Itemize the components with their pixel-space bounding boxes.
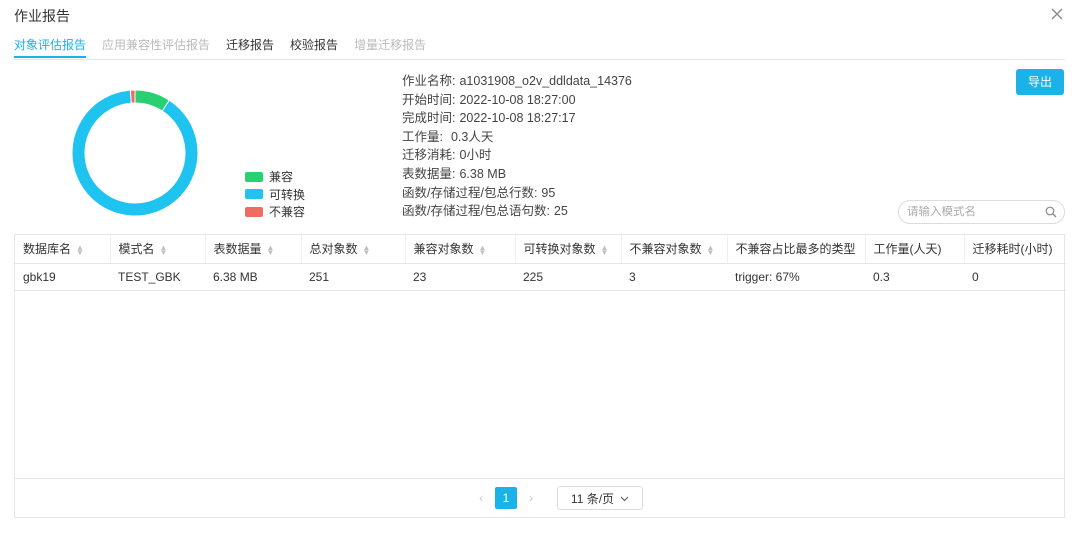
col-header-database[interactable]: 数据库名 ▲ ▼ bbox=[15, 235, 111, 264]
cell-workload: 0.3 bbox=[865, 263, 964, 291]
tab-verification-report[interactable]: 校验报告 bbox=[290, 36, 338, 58]
assessment-table: 数据库名 ▲ ▼ 模式名 ▲ ▼ 表数据量 ▲ ▼ 总对象数 ▲ ▼ 兼容对象数 ▲ ▼ 可转换对象… bbox=[14, 234, 1066, 518]
info-table-size: 表数据量: 6.38 MB bbox=[402, 166, 507, 181]
info-workload: 工作量: 0.3人天 bbox=[402, 129, 494, 144]
cell-total-objects: 251 bbox=[301, 263, 405, 291]
col-header-schema[interactable]: 模式名 ▲ ▼ bbox=[110, 235, 206, 264]
chart-legend: 兼容 可转换 不兼容 bbox=[245, 168, 305, 221]
pager-divider bbox=[15, 478, 1064, 479]
tab-divider bbox=[14, 59, 1065, 60]
legend-label: 不兼容 bbox=[269, 205, 306, 220]
schema-search-input[interactable] bbox=[907, 206, 1037, 218]
col-header-migration-time: 迁移耗时(小时) bbox=[964, 235, 1066, 264]
cell-table-size: 6.38 MB bbox=[205, 263, 301, 291]
sort-icon[interactable]: ▲ ▼ bbox=[479, 244, 487, 257]
page-number[interactable]: 1 bbox=[495, 487, 517, 509]
col-header-total-objects[interactable]: 总对象数 ▲ ▼ bbox=[301, 235, 406, 264]
chevron-down-icon bbox=[620, 491, 629, 505]
tab-incremental-migration-report[interactable]: 增量迁移报告 bbox=[354, 36, 426, 58]
tab-migration-report[interactable]: 迁移报告 bbox=[226, 36, 274, 58]
search-icon[interactable] bbox=[1045, 206, 1057, 221]
pagination: ‹ 1 › 11 条/页 bbox=[473, 486, 643, 510]
info-finish-time: 完成时间: 2022-10-08 18:27:17 bbox=[402, 111, 576, 126]
job-report-dialog: 作业报告 对象评估报告 应用兼容性评估报告 迁移报告 校验报告 增量迁移报告 兼… bbox=[0, 0, 1080, 534]
col-header-incompatible-objects[interactable]: 不兼容对象数 ▲ ▼ bbox=[621, 235, 728, 264]
cell-compatible-objects: 23 bbox=[405, 263, 515, 291]
col-header-convertible-objects[interactable]: 可转换对象数 ▲ ▼ bbox=[515, 235, 622, 264]
sort-icon[interactable]: ▲ ▼ bbox=[707, 244, 715, 257]
sort-icon[interactable]: ▲ ▼ bbox=[267, 244, 275, 257]
cell-migration-time: 0 bbox=[964, 263, 1066, 291]
cell-incompatible-objects: 3 bbox=[621, 263, 727, 291]
legend-item-compatible: 兼容 bbox=[245, 168, 305, 186]
legend-swatch-convertible bbox=[245, 189, 263, 200]
cell-schema: TEST_GBK bbox=[110, 263, 205, 291]
info-job-name: 作业名称: a1031908_o2v_ddldata_14376 bbox=[402, 74, 632, 88]
close-icon[interactable] bbox=[1049, 6, 1065, 22]
compatibility-donut-chart bbox=[71, 89, 199, 217]
info-migration-time: 迁移消耗: 0小时 bbox=[402, 148, 492, 163]
cell-top-incompatible-type: trigger: 67% bbox=[727, 263, 865, 291]
sort-icon[interactable]: ▲ ▼ bbox=[363, 244, 371, 257]
sort-icon[interactable]: ▲ ▼ bbox=[160, 244, 168, 257]
sort-icon[interactable]: ▲ ▼ bbox=[76, 244, 84, 257]
schema-search bbox=[898, 200, 1065, 224]
legend-label: 兼容 bbox=[269, 170, 294, 185]
job-info-panel: 作业名称: a1031908_o2v_ddldata_14376 开始时间: 202… bbox=[402, 72, 632, 221]
legend-label: 可转换 bbox=[269, 187, 306, 202]
export-button[interactable]: 导出 bbox=[1016, 69, 1064, 95]
legend-swatch-incompatible bbox=[245, 206, 263, 217]
legend-item-incompatible: 不兼容 bbox=[245, 203, 305, 221]
table-row: gbk19 TEST_GBK 6.38 MB 251 23 225 3 trig… bbox=[15, 263, 1066, 291]
page-size-label: 11 条/页 bbox=[570, 491, 615, 506]
dialog-title: 作业报告 bbox=[14, 8, 70, 24]
col-header-table-size[interactable]: 表数据量 ▲ ▼ bbox=[205, 235, 302, 264]
table-header-row: 数据库名 ▲ ▼ 模式名 ▲ ▼ 表数据量 ▲ ▼ 总对象数 ▲ ▼ 兼容对象数 ▲ ▼ 可转换对象… bbox=[15, 235, 1066, 264]
next-page-icon[interactable]: › bbox=[523, 488, 539, 508]
tab-app-compat-assessment[interactable]: 应用兼容性评估报告 bbox=[102, 36, 210, 58]
col-header-compatible-objects[interactable]: 兼容对象数 ▲ ▼ bbox=[405, 235, 516, 264]
donut-slice-convertible bbox=[71, 89, 199, 217]
col-header-top-incompatible-type: 不兼容占比最多的类型 bbox=[727, 235, 866, 264]
prev-page-icon[interactable]: ‹ bbox=[473, 488, 489, 508]
tab-object-assessment[interactable]: 对象评估报告 bbox=[14, 36, 87, 58]
legend-item-convertible: 可转换 bbox=[245, 186, 305, 204]
page-size-select[interactable]: 11 条/页 bbox=[557, 486, 643, 510]
cell-database: gbk19 bbox=[15, 263, 110, 291]
legend-swatch-compatible bbox=[245, 171, 263, 182]
cell-convertible-objects: 225 bbox=[515, 263, 621, 291]
info-start-time: 开始时间: 2022-10-08 18:27:00 bbox=[402, 92, 576, 107]
info-total-rows: 函数/存储过程/包总行数: 95 bbox=[402, 185, 556, 200]
col-header-workload: 工作量(人天) bbox=[865, 235, 965, 264]
report-tabs: 对象评估报告 应用兼容性评估报告 迁移报告 校验报告 增量迁移报告 bbox=[14, 36, 442, 60]
info-total-statements: 函数/存储过程/包总语句数: 25 bbox=[402, 204, 568, 219]
sort-icon[interactable]: ▲ ▼ bbox=[601, 244, 609, 257]
